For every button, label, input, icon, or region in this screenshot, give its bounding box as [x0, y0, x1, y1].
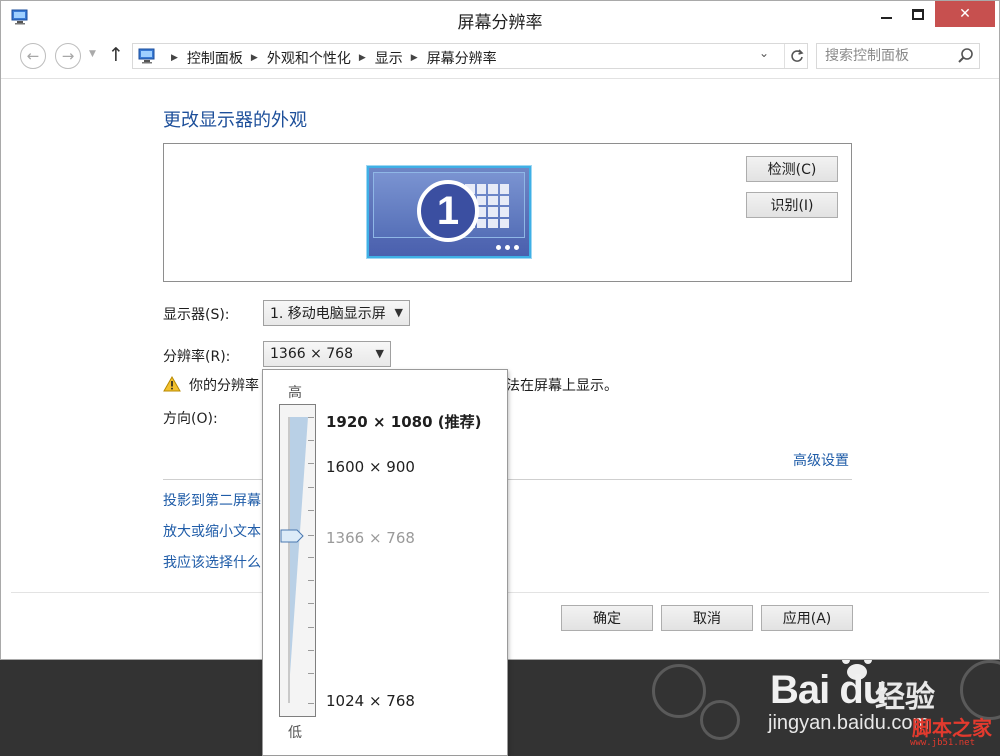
detect-button[interactable]: 检测(C) [746, 156, 838, 182]
search-box [816, 43, 980, 69]
monitor-dots-icon [496, 245, 519, 250]
watermark-site-url: www.jb51.net [910, 738, 976, 748]
text-size-link[interactable]: 放大或缩小文本 [163, 521, 263, 541]
display-label: 显示器(S): [163, 307, 230, 323]
address-bar[interactable]: ▶ 控制面板 ▶ 外观和个性化 ▶ 显示 ▶ 屏幕分辨率 ⌄ [132, 43, 808, 69]
slider-tick [308, 603, 314, 604]
refresh-icon [790, 49, 804, 62]
identify-button[interactable]: 识别(I) [746, 192, 838, 218]
close-button[interactable]: ✕ [935, 1, 995, 27]
minimize-icon [880, 17, 892, 19]
slider-tick [308, 440, 314, 441]
search-input[interactable] [817, 44, 957, 68]
breadcrumb-separator-icon[interactable]: ▶ [359, 53, 366, 63]
slider-thumb[interactable] [280, 529, 304, 543]
display-select[interactable]: 1. 移动电脑显示屏 ▼ [263, 300, 410, 326]
minimize-button[interactable] [869, 1, 903, 27]
apply-button[interactable]: 应用(A) [761, 605, 853, 631]
warning-icon [163, 376, 181, 392]
slider-tick [308, 673, 314, 674]
slider-fill [288, 417, 308, 703]
resolution-label: 分辨率(R): [163, 349, 231, 365]
resolution-option[interactable]: 1366 × 768 [326, 529, 415, 547]
page-title: 更改显示器的外观 [163, 110, 307, 131]
slider-tick [308, 703, 314, 704]
slider-high-label: 高 [288, 385, 302, 401]
monitor-tile[interactable]: 1 [367, 166, 531, 258]
slider-tick [308, 535, 314, 536]
arrow-left-icon: ← [26, 47, 40, 65]
cancel-button[interactable]: 取消 [661, 605, 753, 631]
search-icon[interactable] [957, 47, 975, 65]
maximize-button[interactable] [901, 1, 935, 27]
up-button[interactable]: ↑ [108, 44, 124, 66]
desktop-decoration [652, 664, 706, 718]
slider-tick [308, 557, 314, 558]
watermark-url: jingyan.baidu.com [768, 712, 930, 734]
slider-line [288, 417, 290, 703]
window-title: 屏幕分辨率 [457, 13, 543, 33]
breadcrumb-item[interactable]: 控制面板 [187, 48, 243, 68]
close-icon: ✕ [959, 6, 971, 22]
chevron-down-icon: ▼ [375, 347, 384, 360]
title-bar[interactable]: 屏幕分辨率 ✕ [1, 1, 999, 35]
breadcrumb-item[interactable]: 显示 [375, 48, 403, 68]
recent-locations-button[interactable]: ▼ [89, 49, 96, 59]
chevron-down-icon: ▼ [394, 306, 403, 319]
slider-tick [308, 417, 314, 418]
slider-tick [308, 487, 314, 488]
watermark-cn: 经验 [875, 680, 935, 715]
orientation-label: 方向(O): [163, 411, 218, 427]
help-choose-link[interactable]: 我应该选择什么 [163, 552, 263, 572]
maximize-icon [912, 8, 924, 20]
slider-tick [308, 580, 314, 581]
breadcrumb-separator-icon[interactable]: ▶ [171, 53, 178, 63]
desktop-decoration [960, 660, 1000, 720]
breadcrumb-item[interactable]: 屏幕分辨率 [427, 48, 497, 68]
breadcrumb: ▶ 控制面板 ▶ 外观和个性化 ▶ 显示 ▶ 屏幕分辨率 [163, 48, 497, 68]
breadcrumb-separator-icon[interactable]: ▶ [251, 53, 258, 63]
slider-low-label: 低 [288, 725, 302, 741]
resolution-slider[interactable] [279, 404, 316, 717]
address-toolbar: ← → ▼ ↑ ▶ 控制面板 ▶ 外观和个性化 ▶ 显示 ▶ 屏幕分辨率 ⌄ [1, 35, 999, 79]
resolution-select[interactable]: 1366 × 768 ▼ [263, 341, 391, 367]
watermark-logo: Bai du [770, 668, 887, 712]
arrow-up-icon: ↑ [108, 44, 124, 66]
slider-tick [308, 510, 314, 511]
chevron-down-icon: ⌄ [759, 46, 770, 60]
resolution-option[interactable]: 1920 × 1080 (推荐) [326, 411, 481, 432]
control-panel-monitor-icon [138, 48, 155, 64]
desktop-decoration [700, 700, 740, 740]
breadcrumb-separator-icon[interactable]: ▶ [411, 53, 418, 63]
advanced-settings-link[interactable]: 高级设置 [793, 450, 849, 470]
resolution-select-value: 1366 × 768 [270, 346, 353, 362]
monitor-number: 1 [417, 180, 479, 242]
forward-button[interactable]: → [55, 43, 81, 69]
ok-button[interactable]: 确定 [561, 605, 653, 631]
warning-text: 法在屏幕上显示。 [506, 378, 618, 394]
slider-tick [308, 463, 314, 464]
watermark-site: 脚本之家 [912, 716, 992, 740]
resolution-option[interactable]: 1024 × 768 [326, 692, 415, 710]
breadcrumb-item[interactable]: 外观和个性化 [267, 48, 351, 68]
arrow-right-icon: → [61, 47, 75, 65]
chevron-down-icon: ▼ [89, 49, 96, 59]
resolution-dropdown-popup: 高 1920 × 1080 (推荐) 1600 × 900 1366 × 768… [262, 369, 508, 756]
display-select-value: 1. 移动电脑显示屏 [270, 306, 386, 322]
project-second-screen-link[interactable]: 投影到第二屏幕 [163, 490, 263, 510]
refresh-button[interactable] [784, 44, 808, 68]
monitor-arrangement-panel: 1 检测(C) 识别(I) [163, 143, 852, 282]
resolution-option[interactable]: 1600 × 900 [326, 458, 415, 476]
slider-tick [308, 627, 314, 628]
back-button[interactable]: ← [20, 43, 46, 69]
slider-tick [308, 650, 314, 651]
address-history-button[interactable]: ⌄ [759, 46, 769, 60]
warning-text: 你的分辨率 [189, 378, 259, 394]
